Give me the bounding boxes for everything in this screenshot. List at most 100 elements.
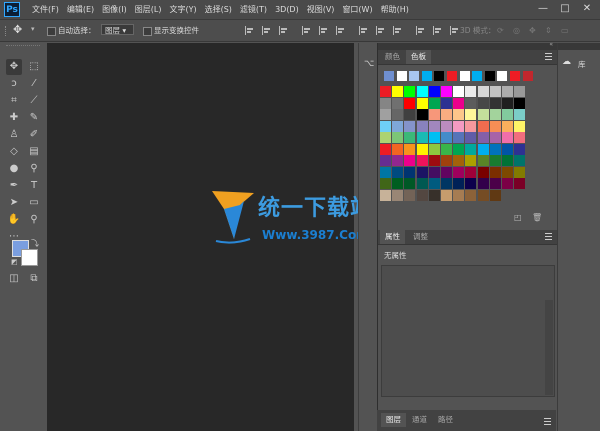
color-swatch[interactable]	[416, 120, 428, 132]
cloud-icon[interactable]: ☁	[562, 57, 571, 67]
align-icon[interactable]	[359, 26, 368, 35]
color-swatch[interactable]	[489, 86, 501, 97]
color-swatch[interactable]	[380, 120, 391, 132]
color-swatch[interactable]	[502, 109, 513, 120]
path-select-tool-icon[interactable]: ➤	[6, 195, 22, 211]
color-swatch[interactable]	[416, 166, 428, 178]
color-swatch[interactable]	[514, 143, 526, 155]
align-icon[interactable]	[450, 26, 459, 35]
color-swatch[interactable]	[404, 143, 416, 155]
color-swatch[interactable]	[441, 178, 452, 189]
color-swatch[interactable]	[477, 86, 489, 97]
menu-item[interactable]: 文字(Y)	[165, 0, 200, 19]
color-swatch[interactable]	[489, 189, 501, 201]
color-swatch[interactable]	[392, 132, 404, 143]
color-swatch[interactable]	[459, 71, 470, 81]
minimize-button[interactable]: —	[534, 0, 552, 19]
color-swatch[interactable]	[404, 109, 416, 120]
color-swatch[interactable]	[441, 97, 452, 109]
hand-tool-icon[interactable]: ✋	[6, 212, 22, 228]
color-swatch[interactable]	[380, 166, 391, 178]
color-swatch[interactable]	[510, 71, 520, 81]
color-swatch[interactable]	[477, 155, 489, 166]
color-swatch[interactable]	[416, 143, 428, 155]
eraser-tool-icon[interactable]: ◇	[6, 144, 22, 160]
color-swatch[interactable]	[380, 143, 391, 155]
quick-select-tool-icon[interactable]: ⁄	[26, 76, 42, 92]
clone-stamp-tool-icon[interactable]: ♙	[6, 127, 22, 143]
color-swatch[interactable]	[489, 109, 501, 120]
color-swatch[interactable]	[428, 120, 440, 132]
color-swatch[interactable]	[416, 155, 428, 166]
tab-paths[interactable]: 路径	[433, 413, 458, 427]
color-swatch[interactable]	[380, 86, 391, 97]
color-swatch[interactable]	[477, 132, 489, 143]
align-icon[interactable]	[302, 26, 311, 35]
color-swatch[interactable]	[428, 189, 440, 201]
color-swatch[interactable]	[514, 86, 526, 97]
color-swatch[interactable]	[384, 71, 394, 81]
color-swatch[interactable]	[472, 71, 483, 81]
color-swatch[interactable]	[477, 178, 489, 189]
color-swatch[interactable]	[380, 178, 391, 189]
collapse-panels-icon[interactable]: «	[549, 41, 553, 48]
color-swatch[interactable]	[441, 143, 452, 155]
color-swatch[interactable]	[392, 189, 404, 201]
color-swatch[interactable]	[465, 143, 477, 155]
color-swatch[interactable]	[453, 178, 465, 189]
align-icon[interactable]	[279, 26, 288, 35]
color-swatch[interactable]	[392, 86, 404, 97]
panel-menu-icon[interactable]	[545, 232, 553, 241]
color-swatch[interactable]	[416, 132, 428, 143]
color-swatch[interactable]	[428, 132, 440, 143]
color-swatch[interactable]	[428, 109, 440, 120]
color-swatch[interactable]	[465, 109, 477, 120]
rectangle-tool-icon[interactable]: ▭	[26, 195, 42, 211]
pen-tool-icon[interactable]: ✒	[6, 178, 22, 194]
color-swatch[interactable]	[380, 155, 391, 166]
scrollbar[interactable]	[545, 300, 553, 395]
3d-rotate-icon[interactable]: ⟳	[497, 26, 504, 35]
color-swatch[interactable]	[392, 97, 404, 109]
color-swatch[interactable]	[453, 120, 465, 132]
color-swatch[interactable]	[502, 155, 513, 166]
menu-item[interactable]: 文件(F)	[28, 0, 63, 19]
color-swatch[interactable]	[489, 178, 501, 189]
color-swatch[interactable]	[477, 143, 489, 155]
history-panel-icon[interactable]: ⌥	[364, 59, 374, 69]
color-swatch[interactable]	[380, 132, 391, 143]
color-swatch[interactable]	[421, 71, 432, 81]
color-swatch[interactable]	[428, 143, 440, 155]
color-swatch[interactable]	[477, 189, 489, 201]
tab-color[interactable]: 颜色	[380, 50, 405, 64]
swap-colors-icon[interactable]: ⤵	[31, 238, 39, 249]
color-swatch[interactable]	[502, 97, 513, 109]
color-swatch[interactable]	[514, 155, 526, 166]
history-brush-tool-icon[interactable]: ✐	[26, 127, 42, 143]
color-swatch[interactable]	[392, 109, 404, 120]
color-swatch[interactable]	[477, 120, 489, 132]
close-button[interactable]: ✕	[578, 0, 596, 19]
menu-item[interactable]: 视图(V)	[303, 0, 339, 19]
color-swatch[interactable]	[489, 155, 501, 166]
panel-menu-icon[interactable]	[544, 417, 552, 426]
menu-item[interactable]: 选择(S)	[201, 0, 236, 19]
color-swatch[interactable]	[428, 178, 440, 189]
align-icon[interactable]	[262, 26, 271, 35]
type-tool-icon[interactable]: T	[26, 178, 42, 194]
align-icon[interactable]	[393, 26, 402, 35]
panel-menu-icon[interactable]	[545, 52, 553, 61]
color-swatch[interactable]	[441, 86, 452, 97]
color-swatch[interactable]	[380, 109, 391, 120]
color-swatch[interactable]	[514, 120, 526, 132]
color-swatch[interactable]	[416, 97, 428, 109]
color-swatch[interactable]	[392, 143, 404, 155]
color-swatch[interactable]	[441, 189, 452, 201]
libraries-label[interactable]: 库	[578, 59, 586, 70]
color-swatch[interactable]	[453, 132, 465, 143]
3d-scale-icon[interactable]: ▭	[561, 26, 569, 35]
color-swatch[interactable]	[453, 86, 465, 97]
color-swatch[interactable]	[441, 109, 452, 120]
tab-properties[interactable]: 属性	[380, 230, 405, 244]
color-swatch[interactable]	[392, 155, 404, 166]
